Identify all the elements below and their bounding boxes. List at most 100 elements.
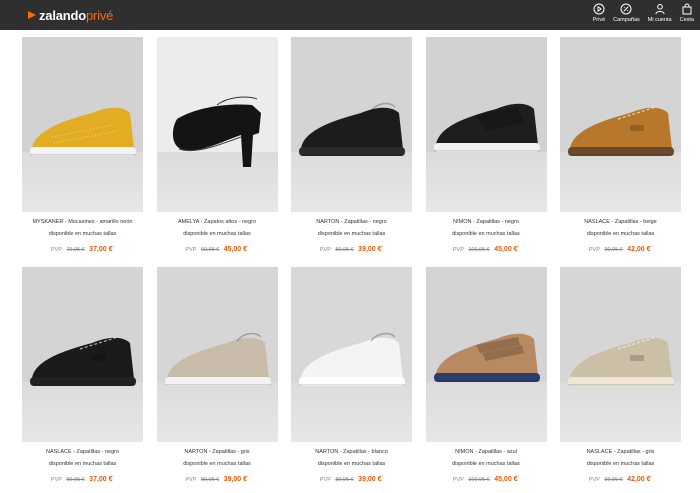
product-price: PVP 89,95 € 39,00 €* xyxy=(291,242,412,255)
sale-price: 42,00 € xyxy=(627,246,651,253)
product-image[interactable] xyxy=(291,267,412,442)
old-price: 99,95 € xyxy=(604,247,623,253)
price-footnote-marker: * xyxy=(112,474,115,479)
old-price: 109,95 € xyxy=(468,477,490,483)
shoe-illustration xyxy=(299,332,405,386)
product-price: PVP 89,95 € 37,00 €* xyxy=(22,472,143,485)
nav-account[interactable]: Mi cuenta xyxy=(648,3,672,23)
product-image[interactable] xyxy=(156,37,278,212)
product-title[interactable]: NASLACE - Zapatillas - beige xyxy=(560,219,681,226)
product-title[interactable]: NARTON - Zapatillas - blanco xyxy=(291,449,412,456)
shoe-illustration xyxy=(30,107,136,156)
pvp-label: PVP xyxy=(185,477,197,483)
product-price: PVP 109,95 € 45,00 €* xyxy=(426,242,547,255)
product-image[interactable] xyxy=(425,37,547,212)
product-card[interactable]: NARTON - Zapatillas - negro disponible e… xyxy=(291,37,412,257)
shoe-illustration xyxy=(433,333,540,382)
product-title[interactable]: NASLACE - Zapatillas - negro xyxy=(22,449,143,456)
product-card[interactable]: NASLACE - Zapatillas - beige disponible … xyxy=(560,37,681,257)
price-footnote-marker: * xyxy=(650,244,653,249)
logo-text: zalandoprivé xyxy=(39,7,114,23)
sale-price: 39,00 € xyxy=(223,476,248,483)
old-price: 89,95 € xyxy=(335,477,354,483)
shoe-illustration xyxy=(30,336,136,386)
play-icon xyxy=(593,3,605,15)
product-availability: disponible en muchas tallas xyxy=(586,461,655,467)
product-availability: disponible en muchas tallas xyxy=(317,461,386,467)
header-nav: Privé Campañas Mi cuenta Cesta xyxy=(585,3,694,27)
product-image[interactable] xyxy=(291,37,412,212)
product-image[interactable] xyxy=(22,267,143,442)
pvp-label: PVP xyxy=(50,477,62,483)
product-image[interactable] xyxy=(22,37,143,212)
nav-prive[interactable]: Privé xyxy=(592,3,606,23)
product-title[interactable]: NARTON - Zapatillas - gris xyxy=(157,449,278,456)
price-footnote-marker: * xyxy=(247,244,249,249)
product-availability: disponible en muchas tallas xyxy=(317,231,386,237)
pvp-label: PVP xyxy=(452,247,464,253)
product-availability: disponible en muchas tallas xyxy=(452,461,520,467)
product-price: PVP 79,95 € 37,00 €* xyxy=(22,242,143,255)
product-image[interactable] xyxy=(560,37,681,212)
logo-icon xyxy=(28,11,36,19)
old-price: 99,95 € xyxy=(200,247,220,253)
old-price: 79,95 € xyxy=(66,247,85,253)
pvp-label: PVP xyxy=(185,247,197,253)
product-availability: disponible en muchas tallas xyxy=(452,231,520,237)
pvp-label: PVP xyxy=(50,247,62,253)
product-image[interactable] xyxy=(560,267,681,442)
product-price: PVP 89,95 € 39,00 €* xyxy=(157,472,278,485)
product-image[interactable] xyxy=(156,267,278,442)
price-footnote-marker: * xyxy=(381,244,384,249)
sale-price: 39,00 € xyxy=(358,476,382,483)
price-footnote-marker: * xyxy=(517,244,520,249)
price-footnote-marker: * xyxy=(650,474,653,479)
user-icon xyxy=(654,4,665,15)
zalando-prive-logo[interactable]: zalandoprivé xyxy=(27,6,113,24)
product-title[interactable]: NIMON - Zapatillas - azul xyxy=(426,449,547,456)
price-footnote-marker: * xyxy=(517,474,520,479)
nav-cart[interactable]: Cesta xyxy=(680,3,694,23)
top-bar: zalandoprivé Privé Campañas Mi cuenta Ce… xyxy=(0,0,700,30)
product-price: PVP 99,95 € 42,00 €* xyxy=(560,242,681,255)
product-title[interactable]: NASLACE - Zapatillas - gris xyxy=(560,449,681,456)
price-footnote-marker: * xyxy=(112,244,115,249)
product-card[interactable]: MYSKANER - Mocasines - amarillo neón dis… xyxy=(22,37,143,257)
product-grid: MYSKANER - Mocasines - amarillo neón dis… xyxy=(22,37,681,487)
shoe-illustration xyxy=(172,96,261,167)
sale-price: 37,00 € xyxy=(89,476,113,483)
product-price: PVP 89,95 € 39,00 €* xyxy=(291,472,412,485)
product-availability: disponible en muchas tallas xyxy=(183,461,251,467)
product-availability: disponible en muchas tallas xyxy=(183,231,251,237)
product-availability: disponible en muchas tallas xyxy=(586,231,655,237)
nav-label: Mi cuenta xyxy=(647,17,672,23)
nav-campaigns[interactable]: Campañas xyxy=(613,3,640,23)
bag-icon xyxy=(682,3,692,15)
product-card[interactable]: NASLACE - Zapatillas - gris disponible e… xyxy=(560,267,681,487)
pvp-label: PVP xyxy=(319,247,331,253)
product-card[interactable]: NASLACE - Zapatillas - negro disponible … xyxy=(22,267,143,487)
shoe-illustration xyxy=(568,336,674,386)
product-image[interactable] xyxy=(425,267,547,442)
product-title[interactable]: MYSKANER - Mocasines - amarillo neón xyxy=(22,219,143,226)
old-price: 89,95 € xyxy=(200,477,220,483)
product-card[interactable]: NARTON - Zapatillas - blanco disponible … xyxy=(291,267,412,487)
price-footnote-marker: * xyxy=(247,474,249,479)
old-price: 99,95 € xyxy=(604,477,623,483)
shoe-illustration xyxy=(299,102,405,156)
pvp-label: PVP xyxy=(588,477,600,483)
old-price: 109,95 € xyxy=(468,247,490,253)
shoe-illustration xyxy=(433,103,540,152)
sale-price: 45,00 € xyxy=(223,246,248,253)
sale-price: 42,00 € xyxy=(627,476,651,483)
product-card[interactable]: NARTON - Zapatillas - gris disponible en… xyxy=(156,267,278,487)
product-title[interactable]: NIMON - Zapatillas - negro xyxy=(426,219,547,226)
nav-label: Privé xyxy=(592,17,606,23)
product-card[interactable]: AMELYA - Zapatos altos - negro disponibl… xyxy=(156,37,278,257)
nav-label: Cesta xyxy=(679,17,694,23)
product-card[interactable]: NIMON - Zapatillas - azul disponible en … xyxy=(425,267,547,487)
product-title[interactable]: NARTON - Zapatillas - negro xyxy=(291,219,412,226)
product-card[interactable]: NIMON - Zapatillas - negro disponible en… xyxy=(425,37,547,257)
product-title[interactable]: AMELYA - Zapatos altos - negro xyxy=(157,219,278,226)
sale-price: 45,00 € xyxy=(494,246,518,253)
